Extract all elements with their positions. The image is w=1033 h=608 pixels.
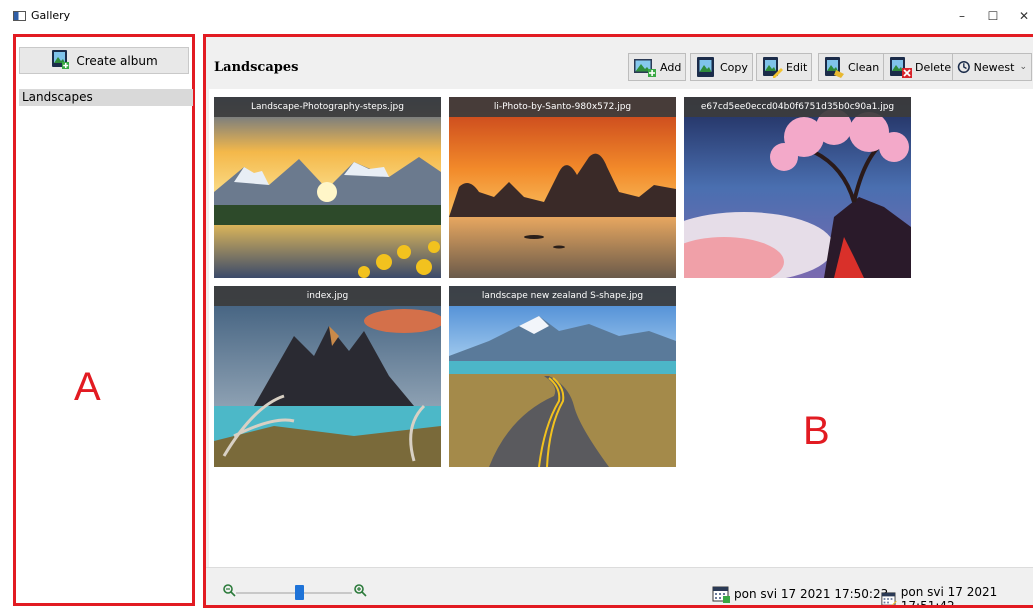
created-date-text: pon svi 17 2021 17:50:23 [734, 587, 889, 601]
add-image-icon [634, 59, 656, 77]
calendar-add-icon [712, 586, 730, 603]
album-view-panel: Landscapes Add Copy Edit Clean Delete Ne… [203, 34, 1033, 608]
image-thumbnail[interactable]: e67cd5ee0eccd04b0f6751d35b0c90a1.jpg [684, 97, 911, 278]
albums-panel: Create album Landscapes A [13, 34, 195, 606]
image-caption: Landscape-Photography-steps.jpg [214, 97, 441, 117]
status-bar: pon svi 17 2021 17:50:23 pon svi 17 2021… [206, 567, 1033, 608]
edit-button[interactable]: Edit [756, 53, 813, 81]
add-button[interactable]: Add [628, 53, 687, 81]
minimize-button[interactable]: – [948, 6, 976, 26]
chevron-down-icon: ⌄ [1019, 62, 1027, 72]
copy-button[interactable]: Copy [690, 53, 753, 81]
create-album-button[interactable]: Create album [19, 47, 189, 74]
clock-icon [957, 60, 970, 74]
image-thumbnail[interactable]: landscape new zealand S-shape.jpg [449, 286, 676, 467]
copy-label: Copy [720, 60, 748, 74]
clean-label: Clean [848, 60, 880, 74]
create-album-label: Create album [76, 53, 158, 68]
image-grid: Landscape-Photography-steps.jpg li-Photo… [209, 89, 1033, 567]
add-label: Add [660, 60, 682, 74]
delete-button[interactable]: Delete [883, 53, 957, 81]
album-title: Landscapes [214, 60, 299, 75]
zoom-out-icon[interactable] [222, 583, 236, 597]
image-caption: li-Photo-by-Santo-980x572.jpg [449, 97, 676, 117]
image-thumbnail[interactable]: index.jpg [214, 286, 441, 467]
clean-album-icon [825, 57, 844, 78]
gallery-app-icon [13, 11, 26, 21]
clean-button[interactable]: Clean [818, 53, 885, 81]
modified-date: pon svi 17 2021 17:51:42 [881, 585, 1033, 608]
album-add-icon [50, 49, 70, 72]
cherry-tree-cliff-image [684, 97, 911, 278]
edit-label: Edit [786, 60, 808, 74]
delete-label: Delete [915, 60, 952, 74]
zoom-in-icon[interactable] [353, 583, 367, 597]
karst-river-image [449, 97, 676, 278]
patagonia-lake-image [214, 286, 441, 467]
album-toolbar: Landscapes Add Copy Edit Clean Delete Ne… [206, 37, 1033, 89]
modified-date-text: pon svi 17 2021 17:51:42 [900, 585, 998, 608]
delete-album-icon [890, 57, 912, 78]
sort-dropdown[interactable]: Newest ⌄ [952, 53, 1032, 81]
panel-b-label: B [803, 409, 830, 453]
sort-label: Newest [973, 60, 1015, 74]
close-button[interactable]: ✕ [1010, 6, 1033, 26]
sunset-mountains-image [214, 97, 441, 278]
calendar-edit-icon [881, 592, 897, 605]
new-zealand-road-image [449, 286, 676, 467]
album-item-landscapes[interactable]: Landscapes [19, 89, 193, 106]
zoom-slider-handle[interactable] [294, 585, 304, 600]
maximize-button[interactable]: ☐ [979, 6, 1007, 26]
window-title: Gallery [31, 9, 71, 22]
panel-a-label: A [74, 365, 101, 409]
image-caption: index.jpg [214, 286, 441, 306]
image-thumbnail[interactable]: li-Photo-by-Santo-980x572.jpg [449, 97, 676, 278]
image-caption: e67cd5ee0eccd04b0f6751d35b0c90a1.jpg [684, 97, 911, 117]
image-thumbnail[interactable]: Landscape-Photography-steps.jpg [214, 97, 441, 278]
edit-album-icon [763, 57, 783, 78]
title-bar: Gallery – ☐ ✕ [0, 0, 1033, 32]
copy-album-icon [697, 57, 714, 77]
image-caption: landscape new zealand S-shape.jpg [449, 286, 676, 306]
created-date: pon svi 17 2021 17:50:23 [712, 585, 888, 603]
